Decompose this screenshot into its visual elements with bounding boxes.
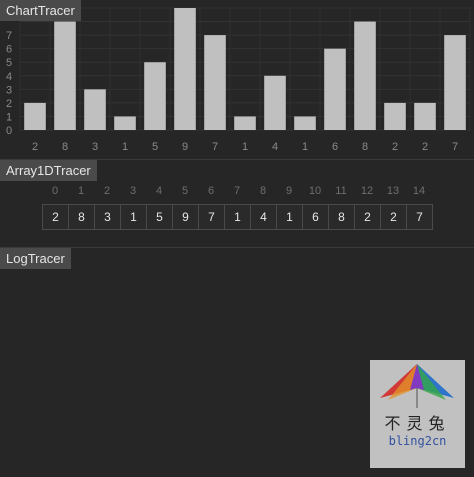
array-index: 9 (285, 185, 293, 197)
array-cell: 7 (406, 204, 433, 230)
array-index: 8 (259, 185, 267, 197)
array-index: 5 (181, 185, 189, 197)
y-tick-label: 1 (6, 111, 12, 123)
array-index: 1 (77, 185, 85, 197)
array-cell: 3 (94, 204, 121, 230)
x-tick-label: 7 (212, 141, 218, 153)
array-index: 13 (386, 185, 400, 197)
chart-tracer-tag: ChartTracer (0, 0, 81, 21)
y-tick-label: 5 (6, 57, 12, 69)
x-tick-label: 8 (362, 141, 368, 153)
y-tick-label: 0 (6, 125, 12, 137)
watermark-text-cn: 不灵兔 (384, 414, 451, 433)
array-index: 3 (129, 185, 137, 197)
array-index-row: 0 1 2 3 4 5 6 7 8 9 10 11 12 13 14 (42, 184, 432, 198)
watermark-text-en: bling2cn (388, 434, 447, 448)
y-tick-label: 4 (6, 71, 12, 83)
array-cell: 2 (42, 204, 69, 230)
array-value-row: 283159714168227 (42, 204, 433, 230)
array-index: 12 (360, 185, 374, 197)
chart-bar (354, 21, 376, 130)
chart-bar (324, 48, 346, 130)
kite-icon (380, 364, 454, 408)
x-tick-label: 8 (62, 141, 68, 153)
array-cell: 9 (172, 204, 199, 230)
chart-bar (414, 102, 436, 130)
watermark-logo: 不灵兔 bling2cn (370, 360, 465, 468)
array-index: 14 (412, 185, 426, 197)
chart-bar (384, 102, 406, 130)
chart-bar (24, 102, 46, 130)
array-index: 0 (51, 185, 59, 197)
array-cell: 1 (276, 204, 303, 230)
array-cell: 4 (250, 204, 277, 230)
array-cell: 2 (354, 204, 381, 230)
array-index: 10 (308, 185, 322, 197)
y-tick-label: 7 (6, 30, 12, 42)
x-tick-label: 1 (242, 141, 248, 153)
x-tick-label: 2 (392, 141, 398, 153)
x-tick-label: 6 (332, 141, 338, 153)
x-tick-label: 3 (92, 141, 98, 153)
chart-bar (264, 75, 286, 130)
chart-bar (84, 89, 106, 130)
array-index: 4 (155, 185, 163, 197)
chart-bar (114, 116, 136, 130)
log-tracer-tag: LogTracer (0, 248, 71, 269)
array-cell: 1 (224, 204, 251, 230)
array-index: 6 (207, 185, 215, 197)
x-tick-label: 9 (182, 141, 188, 153)
chart-bar (294, 116, 316, 130)
array-cell: 5 (146, 204, 173, 230)
x-tick-label: 2 (32, 141, 38, 153)
x-tick-label: 7 (452, 141, 458, 153)
chart-bar (144, 62, 166, 130)
y-tick-label: 2 (6, 98, 12, 110)
chart-bar (444, 35, 466, 130)
x-tick-label: 4 (272, 141, 278, 153)
y-tick-label: 6 (6, 44, 12, 56)
array-cell: 6 (302, 204, 329, 230)
x-tick-label: 1 (122, 141, 128, 153)
chart-tracer-panel: 01234567283159714168227 ChartTracer (0, 0, 474, 160)
chart-bar (174, 8, 196, 130)
chart-bar (54, 21, 76, 130)
array-cell: 1 (120, 204, 147, 230)
y-tick-label: 3 (6, 84, 12, 96)
x-tick-label: 2 (422, 141, 428, 153)
array-index: 11 (335, 185, 347, 197)
array-index: 2 (103, 185, 111, 197)
x-tick-label: 1 (302, 141, 308, 153)
bar-chart: 012345672 8 3 1 5 9 7 1 4 1 6 8 2 2 7 (6, 7, 471, 153)
array-cell: 8 (68, 204, 95, 230)
array1d-tracer-tag: Array1DTracer (0, 160, 97, 181)
x-tick-label: 5 (152, 141, 158, 153)
chart-bar (234, 116, 256, 130)
array-cell: 2 (380, 204, 407, 230)
array-cell: 8 (328, 204, 355, 230)
chart-bar (204, 35, 226, 130)
array-cell: 7 (198, 204, 225, 230)
array-index: 7 (233, 185, 241, 197)
